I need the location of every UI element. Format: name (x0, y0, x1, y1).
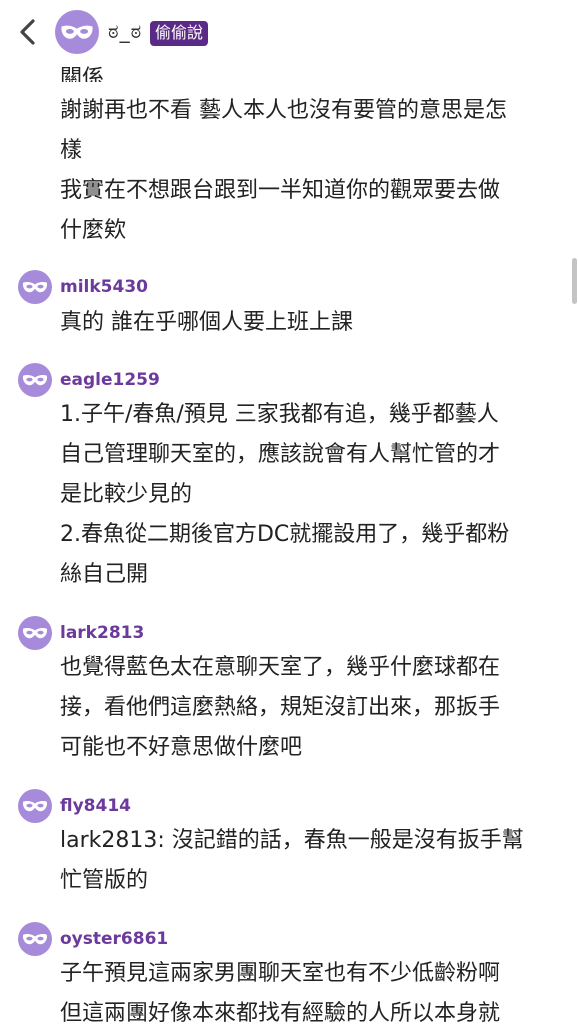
comment-username[interactable]: oyster6861 (60, 929, 168, 949)
anonymous-mask-icon (22, 934, 48, 945)
anonymous-mask-icon (22, 801, 48, 812)
avatar[interactable] (18, 616, 52, 650)
anonymous-mask-icon (22, 282, 48, 293)
poster-name[interactable]: ಠ_ಠ (108, 19, 142, 43)
comment-text-line: 自己管理聊天室的，應該說會有人幫忙管的才 (60, 442, 501, 467)
post-text-line: 我實在不想跟台跟到一半知道你的觀眾要去做 (60, 178, 501, 203)
comment-username[interactable]: fly8414 (60, 796, 131, 816)
anonymous-mask-icon (22, 375, 48, 386)
scrollbar-thumb[interactable] (572, 258, 577, 304)
anonymous-board-badge[interactable]: 偷偷說 (150, 21, 209, 46)
back-button[interactable] (14, 16, 42, 48)
chevron-left-icon (20, 19, 35, 45)
top-bar: ಠ_ಠ 偷偷說 (0, 0, 578, 64)
comment-username[interactable]: milk5430 (60, 277, 148, 297)
anonymous-mask-icon (61, 25, 93, 39)
comment-text-line: 是比較少見的 (60, 482, 193, 507)
post-text-line: 謝謝再也不看 藝人本人也沒有要管的意思是怎 (60, 98, 507, 123)
comment-text-line: 也覺得藍色太在意聊天室了，幾乎什麼球都在 (60, 655, 501, 680)
avatar[interactable] (18, 363, 52, 397)
comment-username[interactable]: eagle1259 (60, 370, 160, 390)
post-text-line: 什麼欸 (60, 218, 127, 243)
comment-text-line: 真的 誰在乎哪個人要上班上課 (60, 310, 353, 335)
avatar[interactable] (18, 270, 52, 304)
avatar[interactable] (18, 922, 52, 956)
avatar[interactable] (18, 789, 52, 823)
comment-text-line: 忙管版的 (60, 868, 149, 893)
comment-text-line: 可能也不好意思做什麼吧 (60, 735, 303, 760)
comment-text-line: 子午預見這兩家男團聊天室也有不少低齡粉啊 (60, 961, 501, 986)
comment-text-line: 接，看他們這麼熱絡，規矩沒訂出來，那扳手 (60, 695, 501, 720)
comment-text-line: 2.春魚從二期後官方DC就擺設用了，幾乎都粉 (60, 522, 510, 547)
comment-text-line: 但這兩團好像本來都找有經驗的人所以本身就 (60, 1001, 501, 1024)
post-text-line: 樣 (60, 138, 83, 163)
avatar[interactable] (55, 10, 99, 54)
comment-text-line: 1.子午/春魚/預見 三家我都有追，幾乎都藝人 (60, 402, 499, 427)
comment-username[interactable]: lark2813 (60, 623, 144, 643)
comment-text-line: 絲自己開 (60, 562, 149, 587)
anonymous-mask-icon (22, 628, 48, 639)
comment-text-line: lark2813: 沒記錯的話，春魚一般是沒有扳手幫 (60, 828, 524, 853)
